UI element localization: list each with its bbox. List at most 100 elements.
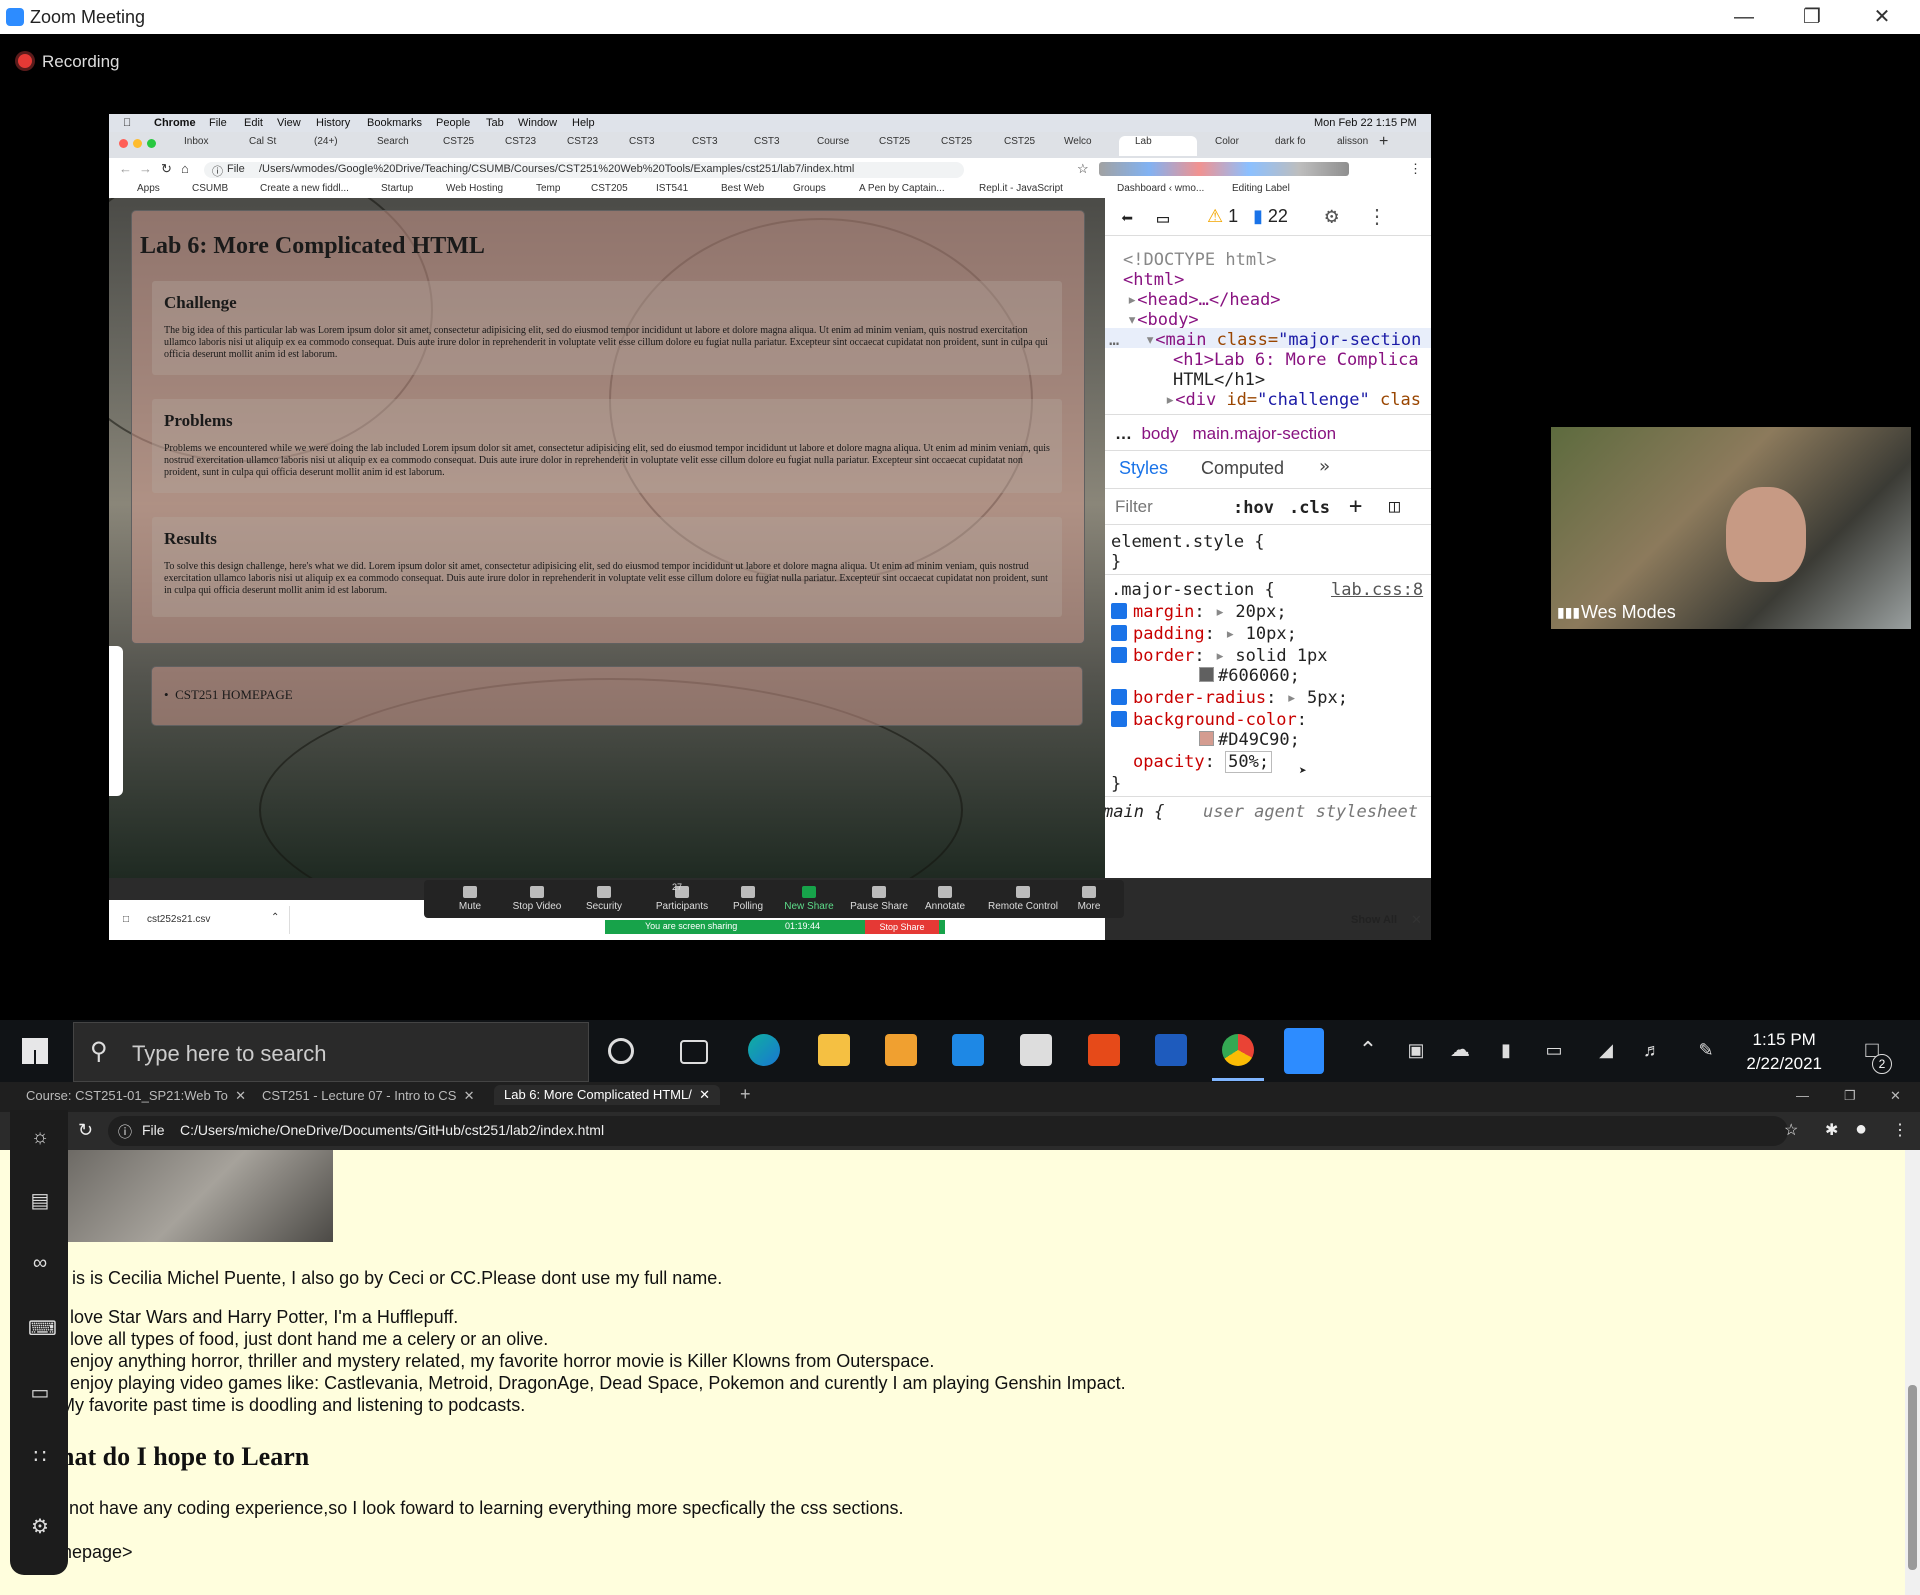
- apple-icon[interactable]: : [123, 117, 131, 129]
- device-toolbar-icon[interactable]: ▭: [1157, 206, 1169, 230]
- tab-styles[interactable]: Styles: [1119, 458, 1168, 479]
- volume-icon[interactable]: ♬: [1636, 1034, 1668, 1066]
- tab-course[interactable]: Course: [817, 136, 867, 156]
- settings-gear-icon[interactable]: ⚙: [1325, 204, 1338, 229]
- tab-cal-st[interactable]: Cal St: [249, 136, 299, 156]
- checkbox-checked-icon[interactable]: [1111, 625, 1127, 641]
- checkbox-checked-icon[interactable]: [1111, 647, 1127, 663]
- bookmark-startup[interactable]: Startup: [381, 183, 413, 194]
- dom-main[interactable]: ▾<main class="major-section: [1145, 330, 1421, 350]
- tab-cst23-b[interactable]: CST23: [567, 136, 617, 156]
- minimize-icon[interactable]: —: [1724, 4, 1764, 30]
- styles-filter-input[interactable]: [1113, 494, 1217, 520]
- prop-background-color[interactable]: background-color:: [1111, 710, 1307, 730]
- bg-color-value[interactable]: #D49C90;: [1199, 730, 1300, 750]
- dom-div-challenge[interactable]: ▸<div id="challenge" clas: [1165, 390, 1421, 410]
- tab-search[interactable]: Search: [377, 136, 427, 156]
- menu-edit[interactable]: Edit: [244, 117, 263, 129]
- home-icon[interactable]: ⌂: [181, 161, 189, 176]
- tab-cst3-b[interactable]: CST3: [692, 136, 742, 156]
- polling-button[interactable]: Polling: [720, 886, 776, 912]
- file-explorer-icon[interactable]: [818, 1034, 850, 1066]
- checkbox-checked-icon[interactable]: [1111, 711, 1127, 727]
- download-file-name[interactable]: cst252s21.csv: [147, 914, 210, 925]
- close-download-bar-icon[interactable]: ✕: [1411, 912, 1422, 928]
- inspect-element-icon[interactable]: ⬅: [1121, 206, 1133, 230]
- menu-history[interactable]: History: [316, 117, 350, 129]
- remote-control-button[interactable]: Remote Control: [982, 886, 1064, 912]
- color-swatch[interactable]: [1199, 667, 1214, 682]
- task-view-icon[interactable]: [680, 1040, 708, 1064]
- edge-icon[interactable]: [748, 1034, 780, 1066]
- toggle-sidebar-icon[interactable]: ◫: [1389, 496, 1400, 517]
- pause-share-button[interactable]: Pause Share: [844, 886, 914, 912]
- tab-alisson[interactable]: alisson: [1321, 136, 1387, 156]
- tab-cst3-a[interactable]: CST3: [629, 136, 679, 156]
- border-color-value[interactable]: #606060;: [1199, 666, 1300, 686]
- checkbox-checked-icon[interactable]: [1111, 689, 1127, 705]
- app-icon[interactable]: [1020, 1034, 1052, 1066]
- tab-cst25-b[interactable]: CST25: [879, 136, 929, 156]
- dom-h1[interactable]: <h1>Lab 6: More Complica: [1173, 350, 1419, 370]
- new-rule-icon[interactable]: +: [1349, 494, 1362, 519]
- tab-cst25-a[interactable]: CST25: [443, 136, 493, 156]
- breadcrumb-main[interactable]: main.major-section: [1193, 424, 1337, 443]
- chrome-menu-icon[interactable]: ⋮: [1892, 1120, 1908, 1140]
- chrome-icon[interactable]: [1222, 1034, 1254, 1066]
- extensions-icon[interactable]: ✱: [1825, 1120, 1838, 1140]
- store-icon[interactable]: [885, 1034, 917, 1066]
- menu-bookmarks[interactable]: Bookmarks: [367, 117, 422, 129]
- menu-tab[interactable]: Tab: [486, 117, 504, 129]
- windows-start-icon[interactable]: [22, 1038, 48, 1064]
- dom-body[interactable]: ▾<body>: [1127, 310, 1199, 330]
- bookmark-groups[interactable]: Groups: [793, 183, 826, 194]
- reload-icon[interactable]: ↻: [161, 161, 172, 177]
- tab-computed[interactable]: Computed: [1201, 458, 1284, 479]
- reload-icon[interactable]: ↻: [78, 1120, 93, 1141]
- tab-inbox[interactable]: Inbox: [184, 136, 234, 156]
- hov-toggle[interactable]: :hov: [1233, 498, 1274, 518]
- bookmark-star-icon[interactable]: ☆: [1077, 161, 1089, 177]
- forward-icon[interactable]: →: [139, 161, 152, 176]
- participant-video[interactable]: ▮▮▮ Wes Modes: [1551, 427, 1911, 629]
- cortana-icon[interactable]: [608, 1038, 634, 1064]
- restore-icon[interactable]: ❐: [1844, 1088, 1856, 1104]
- bookmark-best-web[interactable]: Best Web: [721, 183, 764, 194]
- tab-cst23-a[interactable]: CST23: [505, 136, 555, 156]
- menu-file[interactable]: File: [209, 117, 227, 129]
- stop-video-button[interactable]: Stop Video: [504, 886, 570, 912]
- mute-button[interactable]: Mute: [440, 886, 500, 912]
- tab-welcome[interactable]: Welco: [1064, 136, 1114, 156]
- tab-dark-fo[interactable]: dark fo: [1259, 136, 1325, 156]
- new-share-button[interactable]: New Share: [776, 886, 842, 912]
- wifi-icon[interactable]: ◢: [1590, 1034, 1622, 1066]
- prop-margin[interactable]: margin: ▸ 20px;: [1111, 602, 1287, 622]
- laptop-icon[interactable]: ▭: [28, 1380, 52, 1404]
- recording-indicator[interactable]: Recording: [18, 52, 120, 72]
- menu-view[interactable]: View: [277, 117, 301, 129]
- new-tab-icon[interactable]: +: [1379, 133, 1399, 153]
- bookmark-csumb[interactable]: CSUMB: [192, 183, 228, 194]
- chevron-up-icon[interactable]: ⌃: [271, 912, 279, 923]
- prop-opacity[interactable]: opacity: 50%;: [1133, 751, 1273, 773]
- breadcrumb-more[interactable]: …: [1115, 424, 1132, 443]
- close-icon[interactable]: ✕: [1862, 4, 1902, 30]
- devtools-menu-icon[interactable]: ⋮: [1367, 204, 1387, 228]
- tab-course[interactable]: Course: CST251-01_SP21:Web To ✕: [26, 1088, 246, 1104]
- mac-close-icon[interactable]: [119, 139, 128, 148]
- restore-icon[interactable]: ❐: [1792, 4, 1832, 30]
- homepage-link[interactable]: • CST251 HOMEPAGE: [164, 687, 293, 703]
- bookmark-ist541[interactable]: IST541: [656, 183, 688, 194]
- mac-zoom-icon[interactable]: [147, 139, 156, 148]
- link-icon[interactable]: ∞: [28, 1252, 52, 1276]
- tab-cst25-c[interactable]: CST25: [941, 136, 991, 156]
- tab-lab-active[interactable]: Lab: [1119, 136, 1197, 156]
- profile-avatar-icon[interactable]: ●: [1855, 1118, 1867, 1141]
- keyboard-icon[interactable]: ⌨: [28, 1316, 57, 1340]
- dom-html[interactable]: <html>: [1123, 270, 1184, 290]
- mac-minimize-icon[interactable]: [133, 139, 142, 148]
- prop-border[interactable]: border: ▸ solid 1px: [1111, 646, 1328, 666]
- chrome-menu-icon[interactable]: ⋮: [1409, 161, 1422, 177]
- apps-grid-icon[interactable]: ∷: [28, 1444, 52, 1468]
- minimize-icon[interactable]: —: [1796, 1088, 1809, 1103]
